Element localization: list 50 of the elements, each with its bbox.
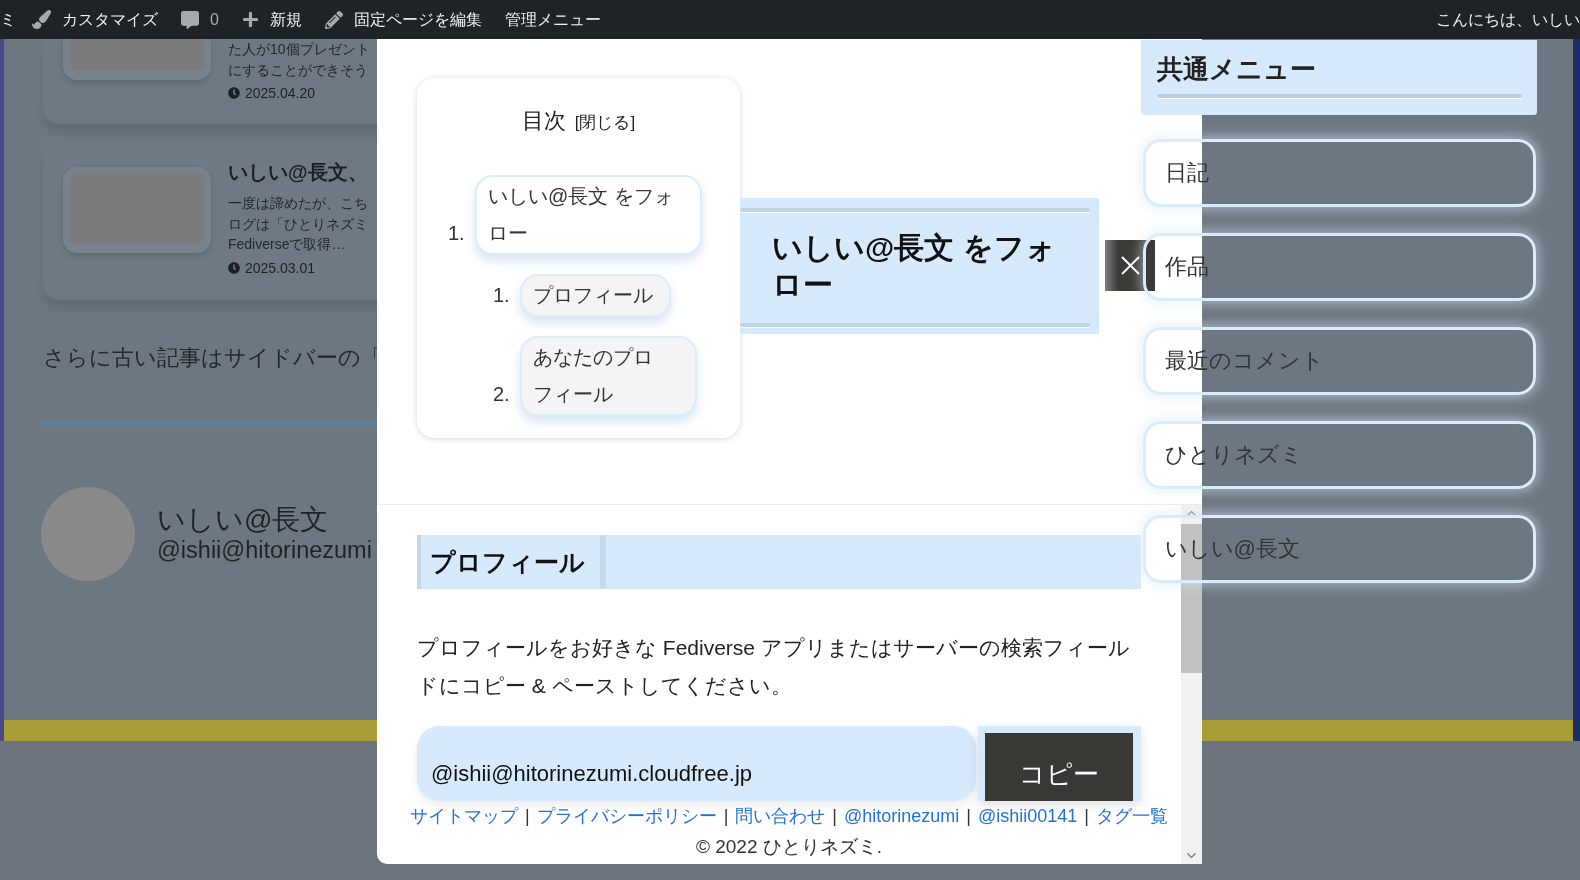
link-separator: | [1084, 805, 1090, 828]
author-name: いしい@長文 [157, 504, 329, 536]
plus-icon [241, 11, 259, 28]
edit-page-link[interactable]: 固定ページを編集 [324, 9, 482, 30]
footer-link[interactable]: タグ一覧 [1096, 802, 1169, 830]
post-excerpt: 一度は諦めたが、こち ログは「ひとりネズミ Fediverseで取得… [228, 194, 368, 254]
admin-menu-link[interactable]: 管理メニュー [504, 9, 601, 30]
account-greeting[interactable]: こんにちは、いしい [1436, 9, 1580, 30]
new-content-link[interactable]: 新規 [241, 9, 302, 30]
toc-link[interactable]: いしい@長文 をフォロー [475, 175, 702, 255]
scroll-up-icon[interactable] [1187, 511, 1196, 516]
author-handle: @ishii@hitorinezumi [157, 536, 372, 564]
copy-button[interactable]: コピー [978, 726, 1141, 801]
post-excerpt: た人が10個プレゼント にすることができそう [228, 40, 370, 80]
site-name-link[interactable]: ミ [0, 9, 16, 30]
toc-link[interactable]: プロフィール [520, 274, 671, 317]
section-title: プロフィール [417, 535, 606, 589]
toc-number: 1. [448, 221, 466, 246]
handle-field[interactable]: @ishii@hitorinezumi.cloudfree.jp [417, 726, 976, 801]
toc-link[interactable]: あなたのプロフィール [520, 336, 697, 416]
brush-icon [32, 10, 51, 29]
post-title[interactable]: いしい@長文、 [228, 159, 368, 185]
close-icon [1120, 256, 1140, 275]
link-separator: | [524, 805, 530, 828]
clock-icon [228, 261, 240, 274]
footer-link[interactable]: @ishii00141 [978, 802, 1078, 830]
link-separator: | [966, 805, 971, 828]
footer-link[interactable]: プライバシーポリシー [536, 802, 717, 830]
pencil-icon [324, 10, 343, 29]
toc-number: 2. [493, 382, 511, 407]
comments-link[interactable]: 0 [181, 9, 219, 30]
copyright-text: © 2022 ひとりネズミ. [695, 835, 883, 859]
footer-link[interactable]: 問い合わせ [735, 802, 826, 830]
footer-link[interactable]: サイトマップ [409, 802, 518, 830]
comment-icon [181, 10, 199, 29]
toc-number: 1. [493, 283, 511, 308]
section-heading: いしい@長文 をフォロー [740, 198, 1099, 334]
footer-link[interactable]: @hitorinezumi [844, 802, 960, 830]
toc-toggle[interactable]: [閉じる] [574, 108, 636, 138]
clock-icon [228, 87, 240, 99]
link-separator: | [723, 805, 729, 828]
post-date: 2025.04.20 [245, 84, 316, 103]
close-button[interactable] [1105, 240, 1155, 291]
customize-link[interactable]: カスタマイズ [32, 9, 158, 30]
instruction-text: プロフィールをお好きな Fediverse アプリまたはサーバーの検索フィールドにコピー & ペーストしてください。 [417, 635, 1131, 699]
scroll-down-icon[interactable] [1187, 853, 1196, 858]
post-date: 2025.03.01 [245, 258, 316, 278]
link-separator: | [832, 805, 837, 828]
toc-title: 目次 [521, 107, 566, 135]
sidebar-title: 共通メニュー [1157, 54, 1317, 84]
